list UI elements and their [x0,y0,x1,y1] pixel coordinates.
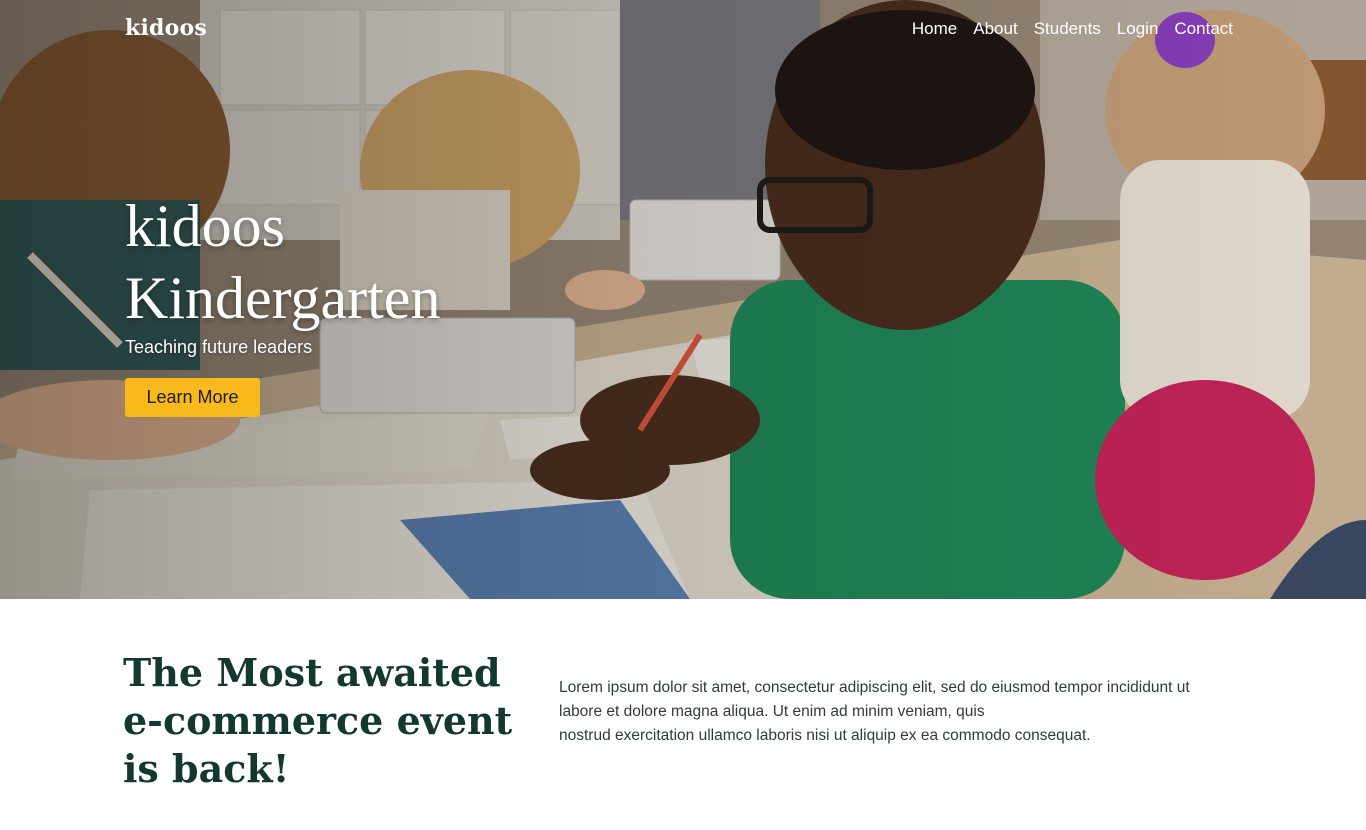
event-description-line: Lorem ipsum dolor sit amet, consectetur … [559,679,1190,696]
event-section: The Most awaited e-commerce event is bac… [0,599,1366,830]
event-heading-line: The Most awaited [123,650,501,695]
hero-title-line: Kindergarten [125,265,441,331]
main-nav: Home About Students Login Contact [912,19,1233,39]
event-description-line: labore et dolore magna aliqua. Ut enim a… [559,703,985,720]
nav-home[interactable]: Home [912,19,957,39]
event-description: Lorem ipsum dolor sit amet, consectetur … [559,676,1259,748]
site-logo[interactable]: kidoos [125,15,207,41]
hero-title-line: kidoos [125,193,286,259]
nav-about[interactable]: About [973,19,1017,39]
event-heading: The Most awaited e-commerce event is bac… [123,649,523,793]
learn-more-button[interactable]: Learn More [125,378,260,417]
event-heading-line: e-commerce event [123,698,513,743]
hero-banner: kidoos Home About Students Login Contact… [0,0,1366,599]
event-heading-line: is back! [123,746,290,791]
hero-title: kidoos Kindergarten [125,190,440,334]
hero-subtitle: Teaching future leaders [125,337,313,357]
nav-contact[interactable]: Contact [1174,19,1233,39]
nav-students[interactable]: Students [1034,19,1101,39]
event-description-line: nostrud exercitation ullamco laboris nis… [559,727,1091,744]
nav-login[interactable]: Login [1117,19,1159,39]
